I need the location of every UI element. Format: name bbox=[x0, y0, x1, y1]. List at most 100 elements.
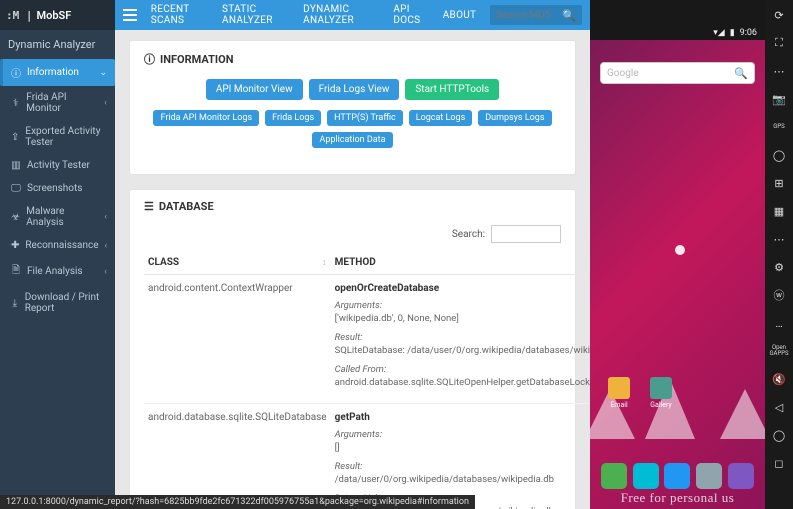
settings-icon[interactable]: ⚙ bbox=[770, 258, 788, 276]
file-icon: 🗎 bbox=[11, 263, 21, 280]
phone-home-screen[interactable]: Google 🔍 Email Gallery Free for personal… bbox=[590, 40, 765, 509]
https-traffic-button[interactable]: HTTP(S) Traffic bbox=[327, 110, 403, 126]
sidebar-item-download-report[interactable]: ⤓ Download / Print Report bbox=[0, 286, 115, 320]
recent-button[interactable]: ◻ bbox=[770, 454, 788, 472]
volume-icon[interactable]: 🔇 bbox=[770, 370, 788, 388]
sidebar-item-screenshots[interactable]: 🖵Screenshots bbox=[0, 177, 115, 200]
google-search-widget[interactable]: Google 🔍 bbox=[600, 62, 755, 84]
app-gallery[interactable]: Gallery bbox=[647, 377, 675, 409]
information-card: ⓘINFORMATION API Monitor View Frida Logs… bbox=[129, 40, 576, 175]
chevron-left-icon: ‹ bbox=[104, 212, 107, 222]
chevron-left-icon: ‹ bbox=[104, 98, 107, 108]
table-search-input[interactable] bbox=[491, 225, 561, 243]
nav-static-analyzer[interactable]: STATIC ANALYZER bbox=[222, 4, 289, 26]
frida-api-monitor-logs-button[interactable]: Frida API Monitor Logs bbox=[153, 110, 259, 126]
search-input[interactable] bbox=[496, 10, 556, 21]
result-value: SQLiteDatabase: /data/user/0/org.wikiped… bbox=[335, 345, 590, 358]
dock-browser[interactable] bbox=[728, 463, 754, 489]
search-icon: 🔍 bbox=[734, 67, 748, 80]
sidebar-item-information[interactable]: ⓘInformation⌄ bbox=[0, 59, 115, 86]
frida-logs-button[interactable]: Frida Logs bbox=[265, 110, 321, 126]
brand-logo: :M | bbox=[6, 9, 33, 22]
home-button[interactable]: ◯ bbox=[770, 426, 788, 444]
rotate-icon[interactable]: ⟳ bbox=[770, 6, 788, 24]
method-name: getPath bbox=[335, 412, 590, 423]
app-row: Email Gallery bbox=[605, 377, 675, 409]
arguments-value: [] bbox=[335, 442, 590, 455]
sidebar-item-activity-tester[interactable]: ▥Activity Tester bbox=[0, 154, 115, 177]
wallpaper-sun bbox=[675, 245, 685, 255]
brand-name: MobSF bbox=[37, 9, 72, 22]
content: ⓘINFORMATION API Monitor View Frida Logs… bbox=[115, 30, 590, 509]
apps-icon[interactable]: ▦ bbox=[770, 202, 788, 220]
called-from-label: Called From: bbox=[335, 364, 590, 375]
search-placeholder: Google bbox=[607, 68, 639, 79]
record-icon[interactable]: ◯ bbox=[770, 146, 788, 164]
database-table: CLASS↕ METHOD↕ android.content.ContextWr… bbox=[144, 251, 590, 509]
sidebar-item-label: Exported Activity Tester bbox=[25, 126, 107, 148]
sidebar-item-label: Malware Analysis bbox=[26, 206, 98, 228]
search-icon[interactable]: 🔍 bbox=[562, 9, 576, 22]
opengapps-icon[interactable]: OpenGAPPS bbox=[770, 342, 788, 360]
camera-icon[interactable]: 📷 bbox=[770, 90, 788, 108]
export-icon: ⇪ bbox=[11, 132, 19, 143]
chevron-down-icon: ⌄ bbox=[99, 68, 107, 78]
sidebar: :M | MobSF Dynamic Analyzer ⓘInformation… bbox=[0, 0, 115, 509]
sidebar-item-label: Frida API Monitor bbox=[26, 92, 98, 114]
nav-recent-scans[interactable]: RECENT SCANS bbox=[151, 4, 208, 26]
sidebar-item-exported-activity-tester[interactable]: ⇪ Exported Activity Tester bbox=[0, 120, 115, 154]
search-box[interactable]: 🔍 bbox=[490, 5, 582, 25]
cell-class: android.content.ContextWrapper bbox=[144, 275, 331, 404]
topbar: RECENT SCANS STATIC ANALYZER DYNAMIC ANA… bbox=[115, 0, 590, 30]
arguments-label: Arguments: bbox=[335, 300, 590, 311]
frida-logs-view-button[interactable]: Frida Logs View bbox=[309, 79, 400, 100]
dumpsys-logs-button[interactable]: Dumpsys Logs bbox=[478, 110, 551, 126]
fullscreen-icon[interactable]: ⛶ bbox=[770, 34, 788, 52]
sidebar-item-malware-analysis[interactable]: ☣Malware Analysis‹ bbox=[0, 200, 115, 234]
table-search: Search: bbox=[144, 225, 561, 243]
chat-icon[interactable]: … bbox=[770, 314, 788, 332]
result-value: /data/user/0/org.wikipedia/databases/wik… bbox=[335, 474, 590, 487]
emulator-toolbar: ⟳ ⛶ ⋯ 📷 GPS ◯ ⊞ ▦ ⋯ ⚙ ⓦ … OpenGAPPS 🔇 ◁ … bbox=[765, 0, 793, 509]
phone-status-bar: ▾◢ ▮ 9:06 bbox=[590, 0, 765, 40]
back-button[interactable]: ◁ bbox=[770, 398, 788, 416]
method-name: openOrCreateDatabase bbox=[335, 283, 590, 294]
api-monitor-view-button[interactable]: API Monitor View bbox=[206, 79, 303, 100]
gps-icon[interactable]: GPS bbox=[770, 118, 788, 136]
phone-dock bbox=[590, 463, 765, 489]
primary-buttons: API Monitor View Frida Logs View Start H… bbox=[144, 79, 561, 100]
dock-contacts[interactable] bbox=[633, 463, 659, 489]
nav-api-docs[interactable]: API DOCS bbox=[393, 4, 428, 26]
database-icon: ☰ bbox=[144, 200, 154, 213]
app-email[interactable]: Email bbox=[605, 377, 633, 409]
dock-messages[interactable] bbox=[664, 463, 690, 489]
sidebar-item-reconnaissance[interactable]: ✚Reconnaissance‹ bbox=[0, 234, 115, 257]
start-httptools-button[interactable]: Start HTTPTools bbox=[405, 79, 499, 100]
wifi-icon[interactable]: ⓦ bbox=[770, 286, 788, 304]
menu-toggle-icon[interactable] bbox=[123, 6, 137, 24]
called-from-value: android.database.sqlite.SQLiteOpenHelper… bbox=[335, 377, 590, 390]
sidebar-item-frida-api-monitor[interactable]: ⚕Frida API Monitor‹ bbox=[0, 86, 115, 120]
download-icon: ⤓ bbox=[11, 298, 19, 309]
dock-camera[interactable] bbox=[696, 463, 722, 489]
nav-about[interactable]: ABOUT bbox=[443, 10, 477, 21]
application-data-button[interactable]: Application Data bbox=[312, 132, 392, 148]
watermark: Free for personal us bbox=[590, 490, 765, 509]
nav: ⓘInformation⌄ ⚕Frida API Monitor‹ ⇪Expor… bbox=[0, 59, 115, 320]
table-row: android.database.sqlite.SQLiteDatabase g… bbox=[144, 404, 590, 509]
col-class[interactable]: CLASS↕ bbox=[144, 251, 331, 275]
sidebar-item-file-analysis[interactable]: 🗎File Analysis‹ bbox=[0, 257, 115, 286]
nav-dynamic-analyzer[interactable]: DYNAMIC ANALYZER bbox=[303, 4, 379, 26]
col-method[interactable]: METHOD↕ bbox=[331, 251, 590, 275]
card-title: ⓘINFORMATION bbox=[144, 51, 561, 67]
result-label: Result: bbox=[335, 461, 590, 472]
dock-phone[interactable] bbox=[601, 463, 627, 489]
clock: 9:06 bbox=[740, 28, 757, 38]
grid-icon[interactable]: ⊞ bbox=[770, 174, 788, 192]
logcat-logs-button[interactable]: Logcat Logs bbox=[409, 110, 473, 126]
overflow-icon[interactable]: ⋯ bbox=[770, 230, 788, 248]
main: RECENT SCANS STATIC ANALYZER DYNAMIC ANA… bbox=[115, 0, 590, 509]
sidebar-item-label: Download / Print Report bbox=[25, 292, 107, 314]
activity-icon: ▥ bbox=[11, 160, 21, 171]
more-icon[interactable]: ⋯ bbox=[770, 62, 788, 80]
